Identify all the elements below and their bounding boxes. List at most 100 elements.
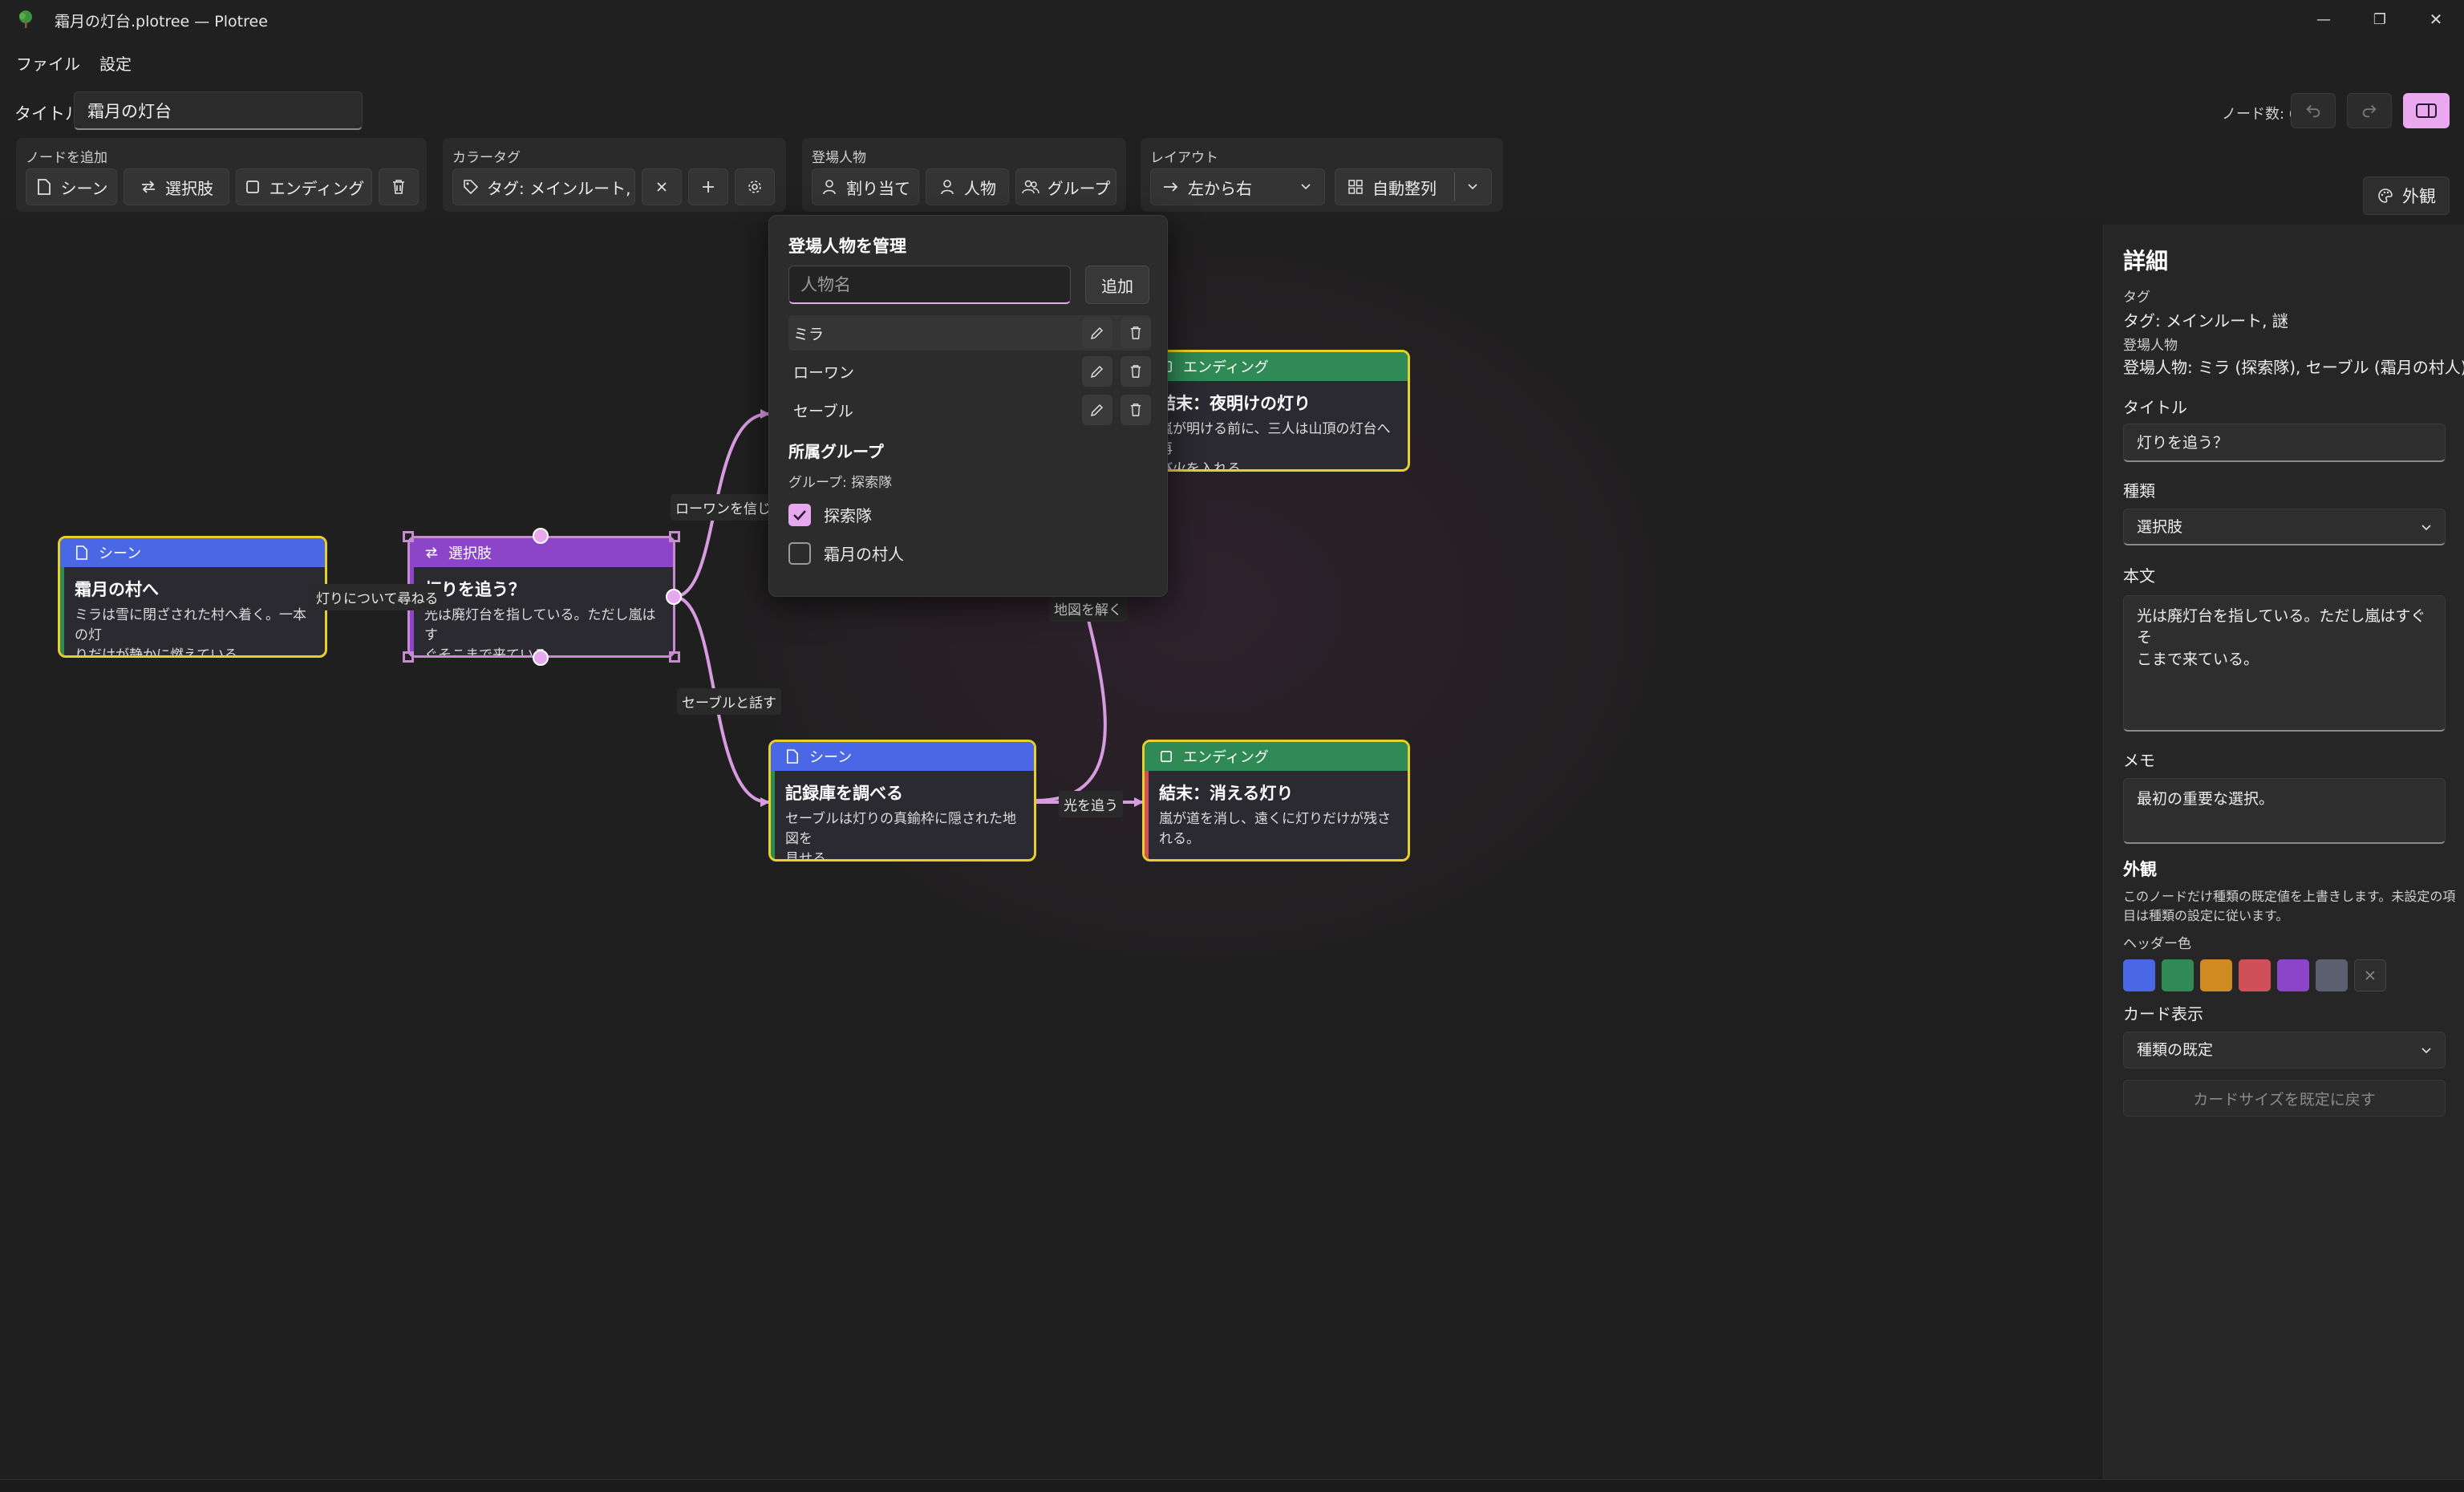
title-field-label: タイトル xyxy=(2123,398,2187,417)
story-title-input[interactable] xyxy=(74,91,363,130)
character-value: 登場人物: ミラ (探索隊), セーブル (霜月の村人) xyxy=(2123,358,2464,377)
group-label: グループ xyxy=(1047,178,1111,198)
person-button[interactable]: 人物 xyxy=(926,168,1009,205)
swatch-orange[interactable] xyxy=(2200,959,2232,991)
delete-person-button[interactable] xyxy=(1121,356,1151,387)
menu-settings[interactable]: 設定 xyxy=(99,51,132,75)
edit-person-button[interactable] xyxy=(1082,356,1112,387)
add-person-button[interactable]: 追加 xyxy=(1085,266,1149,304)
check-icon xyxy=(793,509,806,521)
delete-node-button[interactable] xyxy=(379,168,419,205)
trash-icon xyxy=(1130,365,1141,378)
resize-corner[interactable] xyxy=(403,531,414,542)
node-body-textarea[interactable]: 光は廃灯台を指している。ただし嵐はすぐそ こまで来ている。 xyxy=(2123,595,2446,732)
swatch-purple[interactable] xyxy=(2277,959,2309,991)
edit-person-button[interactable] xyxy=(1082,395,1112,425)
title-label: タイトル xyxy=(14,104,82,124)
node-ending-dawn[interactable]: エンディング 結末：夜明けの灯り 嵐が明ける前に、三人は山頂の灯台へ再び火を入れ… xyxy=(1142,350,1410,472)
tag-settings-button[interactable] xyxy=(735,168,775,205)
add-scene-button[interactable]: シーン xyxy=(26,168,117,205)
document-icon xyxy=(73,544,91,562)
edge-e4[interactable] xyxy=(1034,598,1107,802)
window-title: 霜月の灯台.plotree — Plotree xyxy=(55,13,268,30)
edge-label[interactable]: セーブルと話す xyxy=(677,688,781,715)
undo-icon xyxy=(2306,104,2320,118)
pencil-icon xyxy=(1090,365,1104,379)
auto-arrange-button[interactable]: 自動整列 xyxy=(1335,168,1492,205)
branch-icon xyxy=(140,178,157,196)
trash-icon xyxy=(390,178,407,196)
group-button[interactable]: グループ xyxy=(1015,168,1116,205)
redo-button[interactable] xyxy=(2347,93,2392,128)
add-tag-button[interactable] xyxy=(688,168,728,205)
node-title: 結末：夜明けの灯り xyxy=(1159,394,1311,413)
node-type-select[interactable]: 選択肢 xyxy=(2123,509,2446,545)
body-line: こまで来ている。 xyxy=(2137,651,2259,668)
add-choice-button[interactable]: 選択肢 xyxy=(124,168,229,205)
resize-corner[interactable] xyxy=(669,651,680,663)
tag-select-button[interactable]: タグ: メインルート, 謎 xyxy=(452,168,635,205)
restore-button[interactable]: ❐ xyxy=(2352,0,2408,39)
checkbox[interactable] xyxy=(788,503,811,526)
person-row[interactable]: ミラ xyxy=(788,315,1151,351)
node-accent xyxy=(1145,771,1149,859)
node-text-line: セーブルは灯りの真鍮枠に隠された地図を xyxy=(785,811,1016,847)
connection-handle-top[interactable] xyxy=(533,528,549,544)
person-name: セーブル xyxy=(793,402,853,420)
minimize-button[interactable]: — xyxy=(2296,0,2352,39)
node-memo-textarea[interactable]: 最初の重要な選択。 xyxy=(2123,778,2446,844)
chevron-down-icon[interactable] xyxy=(1464,178,1481,196)
checkbox[interactable] xyxy=(788,541,811,565)
restore-icon: ❐ xyxy=(2373,10,2387,28)
edge-label[interactable]: 地図を解く xyxy=(1049,595,1127,622)
delete-person-button[interactable] xyxy=(1121,395,1151,425)
node-type: シーン xyxy=(809,749,853,766)
assign-button[interactable]: 割り当て xyxy=(812,168,919,205)
swatch-green[interactable] xyxy=(2162,959,2194,991)
swatch-blue[interactable] xyxy=(2123,959,2155,991)
person-row[interactable]: セーブル xyxy=(788,392,1151,428)
person-name-input[interactable] xyxy=(788,266,1071,304)
body-line: 光は廃灯台を指している。ただし嵐はすぐそ xyxy=(2137,607,2426,647)
node-text-line: 光は廃灯台を指している。ただし嵐はす xyxy=(424,607,656,643)
delete-person-button[interactable] xyxy=(1121,318,1151,348)
reset-card-size-button[interactable]: カードサイズを既定に戻す xyxy=(2123,1080,2446,1117)
edge-label[interactable]: 灯りについて尋ねる xyxy=(311,584,444,610)
close-button[interactable]: ✕ xyxy=(2408,0,2464,39)
add-ending-button[interactable]: エンディング xyxy=(236,168,372,205)
square-icon xyxy=(244,178,261,196)
group-checkbox-explorers[interactable]: 探索隊 xyxy=(788,503,872,526)
connection-handle-right[interactable] xyxy=(666,589,682,605)
layout-direction-select[interactable]: 左から右 xyxy=(1150,168,1325,205)
resize-corner[interactable] xyxy=(403,651,414,663)
connection-handle-bottom[interactable] xyxy=(533,650,549,666)
resize-corner[interactable] xyxy=(669,531,680,542)
edge-label[interactable]: 光を追う xyxy=(1059,791,1123,817)
group-heading: 所属グループ xyxy=(788,442,884,461)
edit-person-button[interactable] xyxy=(1082,318,1112,348)
popup-title: 登場人物を管理 xyxy=(788,237,906,256)
node-title: 霜月の村へ xyxy=(75,580,159,599)
undo-button[interactable] xyxy=(2291,93,2336,128)
node-scene-archive[interactable]: シーン 記録庫を調べる セーブルは灯りの真鍮枠に隠された地図を 見せる。 xyxy=(768,740,1036,862)
node-ending-fading[interactable]: エンディング 結末：消える灯り 嵐が道を消し、遠くに灯りだけが残される。 xyxy=(1142,740,1410,862)
person-label: 人物 xyxy=(964,178,996,198)
person-icon xyxy=(938,178,956,196)
node-scene-village[interactable]: シーン 霜月の村へ ミラは雪に閉ざされた村へ着く。一本の灯 りだけが静かに燃えてい… xyxy=(58,536,327,658)
body-field-label: 本文 xyxy=(2123,566,2155,586)
appearance-button[interactable]: 外観 xyxy=(2363,176,2450,215)
panel-toggle-button[interactable] xyxy=(2403,93,2450,128)
group-checkbox-villagers[interactable]: 霜月の村人 xyxy=(788,541,904,565)
node-choice-follow-light[interactable]: 選択肢 灯りを追う？ 光は廃灯台を指している。ただし嵐はす ぐそこまで来ている。 xyxy=(407,536,675,658)
menu-file[interactable]: ファイル xyxy=(16,51,80,75)
clear-color-button[interactable] xyxy=(2354,959,2386,991)
clear-tag-button[interactable] xyxy=(642,168,682,205)
swatch-gray[interactable] xyxy=(2316,959,2348,991)
node-title-input[interactable]: 灯りを追う？ xyxy=(2123,424,2446,462)
node-header: シーン xyxy=(60,538,325,567)
add-node-group: ノードを追加 シーン 選択肢 エンディング xyxy=(16,138,427,212)
card-display-select[interactable]: 種類の既定 xyxy=(2123,1032,2446,1068)
node-type: エンディング xyxy=(1183,359,1269,376)
person-row[interactable]: ローワン xyxy=(788,354,1151,389)
swatch-red[interactable] xyxy=(2239,959,2271,991)
